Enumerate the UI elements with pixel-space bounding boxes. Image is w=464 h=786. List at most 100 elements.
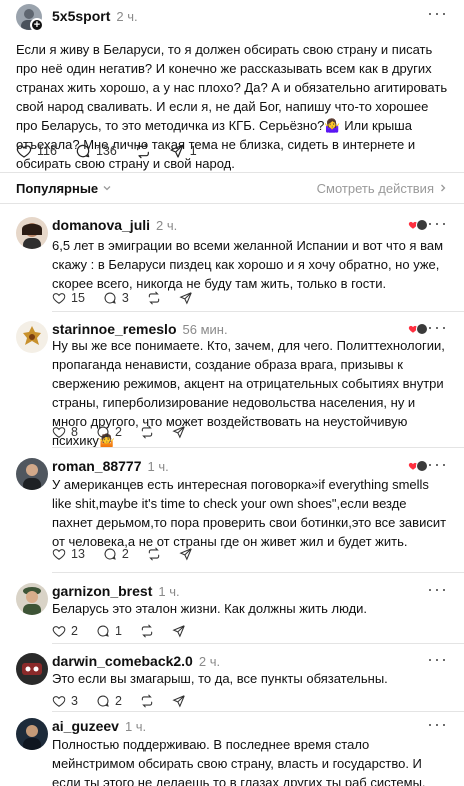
view-activity-link[interactable]: Смотреть действия — [317, 181, 448, 196]
comment: roman_88777 1 ч. ··· У американцев есть и… — [0, 454, 464, 573]
follow-plus-icon[interactable]: + — [30, 18, 44, 32]
share-button[interactable] — [172, 694, 186, 708]
repost-icon — [141, 624, 153, 638]
comment-actions: 3 2 — [52, 694, 204, 708]
reply-button[interactable]: 1 — [96, 624, 122, 638]
avatar[interactable] — [16, 653, 48, 685]
like-count: 116 — [37, 144, 57, 158]
repost-icon — [141, 425, 153, 439]
comment-time: 1 ч. — [147, 459, 169, 474]
comment: domanova_juli 2 ч. ··· 6,5 лет в эмиграци… — [0, 213, 464, 317]
comment-username[interactable]: garnizon_brest — [52, 583, 152, 599]
comment-icon — [76, 144, 90, 158]
comment-button[interactable]: 136 — [75, 143, 117, 159]
repost-icon — [141, 694, 153, 708]
heart-icon — [52, 549, 66, 560]
comment-icon — [97, 426, 109, 438]
comment-username[interactable]: roman_88777 — [52, 458, 142, 474]
main-post: + 5x5sport 2 ч. ··· Если я живу в Белару… — [0, 0, 464, 171]
comment-username[interactable]: domanova_juli — [52, 217, 150, 233]
reply-button[interactable]: 2 — [103, 547, 129, 561]
avatar[interactable] — [16, 583, 48, 615]
reply-button[interactable]: 3 — [103, 291, 129, 305]
repost-icon — [136, 143, 149, 159]
divider — [52, 572, 464, 573]
reply-count: 2 — [114, 694, 122, 708]
share-count: 1 — [189, 144, 197, 158]
comment: ai_guzeev 1 ч. ··· Полностью поддерживаю.… — [0, 714, 464, 786]
repost-button[interactable] — [140, 694, 154, 708]
repost-icon — [148, 547, 160, 561]
comment-actions: 13 2 — [52, 547, 211, 561]
more-options-icon[interactable]: ··· — [427, 454, 448, 475]
more-options-icon[interactable]: ··· — [427, 213, 448, 234]
comment-username[interactable]: darwin_comeback2.0 — [52, 653, 193, 669]
more-options-icon[interactable]: ··· — [427, 3, 448, 24]
comment-text: Полностью поддерживаю. В последнее время… — [52, 737, 426, 786]
repost-button[interactable] — [140, 425, 154, 439]
share-button[interactable] — [179, 291, 193, 305]
comment-actions: 2 1 — [52, 624, 204, 638]
like-count: 15 — [71, 291, 85, 305]
sort-dropdown[interactable]: Популярные — [16, 181, 112, 196]
comment: darwin_comeback2.0 2 ч. ··· Это если вы з… — [0, 649, 464, 715]
sort-label: Популярные — [16, 180, 99, 196]
reply-button[interactable]: 2 — [96, 425, 122, 439]
post-time: 2 ч. — [116, 9, 138, 24]
repost-button[interactable] — [147, 291, 161, 305]
heart-icon — [52, 293, 66, 304]
more-options-icon[interactable]: ··· — [427, 649, 448, 670]
repost-button[interactable] — [140, 624, 154, 638]
repost-button[interactable] — [135, 143, 151, 159]
share-button[interactable] — [179, 547, 193, 561]
send-icon — [179, 548, 192, 561]
comment-username[interactable]: starinnoe_remeslo — [52, 321, 177, 337]
heart-icon — [52, 427, 66, 438]
like-button[interactable]: 116 — [16, 143, 57, 159]
comment-icon — [97, 625, 109, 637]
like-button[interactable]: 13 — [52, 547, 85, 561]
send-icon — [170, 144, 184, 158]
comment: garnizon_brest 1 ч. ··· Беларусь это этал… — [0, 579, 464, 645]
comment-username[interactable]: ai_guzeev — [52, 718, 119, 734]
send-icon — [172, 426, 185, 439]
like-button[interactable]: 3 — [52, 694, 78, 708]
avatar[interactable] — [16, 217, 48, 249]
chevron-down-icon — [103, 186, 111, 191]
comment-time: 1 ч. — [158, 584, 180, 599]
divider — [0, 203, 464, 204]
like-count: 8 — [71, 425, 78, 439]
sort-bar: Популярные Смотреть действия — [16, 180, 448, 196]
comment-actions: 8 2 — [52, 425, 204, 439]
like-count: 2 — [71, 624, 78, 638]
comment-text: У американцев есть интересная поговорка»… — [52, 477, 447, 549]
more-options-icon[interactable]: ··· — [427, 579, 448, 600]
send-icon — [172, 625, 185, 638]
comment-text: Это если вы змагарыш, то да, все пункты … — [52, 671, 388, 686]
reply-button[interactable]: 2 — [96, 694, 122, 708]
comment-icon — [104, 548, 116, 560]
divider — [52, 311, 464, 312]
more-options-icon[interactable]: ··· — [427, 317, 448, 338]
share-button[interactable]: 1 — [169, 143, 197, 159]
heart-icon — [52, 626, 66, 637]
comment-time: 2 ч. — [198, 654, 221, 669]
repost-button[interactable] — [147, 547, 161, 561]
share-button[interactable] — [172, 624, 186, 638]
author-reactions — [408, 219, 428, 231]
like-button[interactable]: 15 — [52, 291, 85, 305]
author-reactions — [408, 460, 428, 472]
avatar[interactable] — [16, 718, 48, 750]
like-button[interactable]: 8 — [52, 425, 78, 439]
like-count: 3 — [71, 694, 78, 708]
share-button[interactable] — [172, 425, 186, 439]
divider — [0, 172, 464, 173]
avatar[interactable] — [16, 458, 48, 490]
post-username[interactable]: 5x5sport — [52, 8, 110, 24]
heart-icon — [16, 145, 32, 158]
reply-count: 2 — [121, 547, 129, 561]
divider — [52, 711, 464, 712]
avatar[interactable] — [16, 321, 48, 353]
like-button[interactable]: 2 — [52, 624, 78, 638]
more-options-icon[interactable]: ··· — [427, 714, 448, 735]
